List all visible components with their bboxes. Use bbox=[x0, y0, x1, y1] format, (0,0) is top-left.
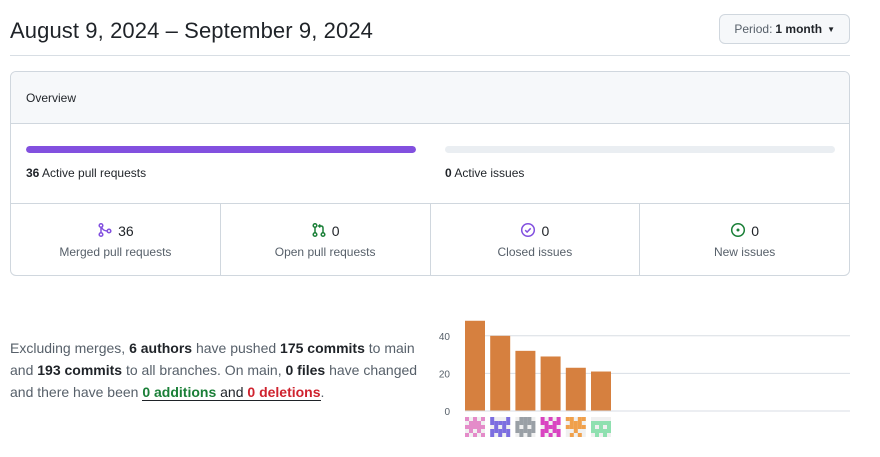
deletions-count: 0 deletions bbox=[247, 384, 321, 400]
author-avatar-icon[interactable] bbox=[540, 417, 561, 437]
author-avatar-icon[interactable] bbox=[591, 417, 611, 437]
git-pull-request-icon bbox=[311, 222, 327, 241]
issue-opened-icon bbox=[730, 222, 746, 241]
new-issues-label: New issues bbox=[713, 244, 776, 259]
author-avatar-icon[interactable] bbox=[465, 417, 485, 437]
issue-closed-icon bbox=[520, 222, 536, 241]
summary-text: and bbox=[216, 384, 248, 400]
new-issues-value: 0 bbox=[751, 223, 760, 239]
pull-requests-fill bbox=[26, 146, 416, 153]
page-header: August 9, 2024 – September 9, 2024 Perio… bbox=[10, 0, 850, 56]
overview-title: Overview bbox=[11, 72, 849, 124]
author-avatar-icon[interactable] bbox=[490, 417, 511, 437]
period-dropdown-button[interactable]: Period: 1 month ▼ bbox=[719, 14, 850, 44]
closed-issues-value: 0 bbox=[541, 223, 550, 239]
issues-track bbox=[445, 146, 835, 153]
author-commit-bar[interactable] bbox=[490, 335, 511, 411]
y-tick-label: 0 bbox=[444, 407, 450, 418]
changes-link[interactable]: 0 additions and 0 deletions bbox=[142, 384, 321, 401]
active-issues-count: 0 bbox=[445, 166, 452, 180]
date-range-title: August 9, 2024 – September 9, 2024 bbox=[10, 18, 373, 43]
commits-by-author-chart: 0 20 40 bbox=[439, 320, 850, 437]
active-pr-count: 36 bbox=[26, 166, 40, 180]
stats-row: 36 Merged pull requests 0 Open pull requ… bbox=[11, 204, 849, 275]
author-avatar-icon[interactable] bbox=[515, 417, 536, 437]
issues-progress[interactable]: 0 Active issues bbox=[445, 146, 835, 180]
commits-all-count: 193 commits bbox=[37, 362, 123, 378]
issues-caption: 0 Active issues bbox=[445, 166, 835, 180]
period-value: 1 month bbox=[775, 22, 823, 36]
stat-open-prs[interactable]: 0 Open pull requests bbox=[221, 204, 431, 275]
summary-text: to all branches. On main, bbox=[122, 362, 286, 378]
author-commit-bar[interactable] bbox=[465, 320, 485, 411]
y-tick-label: 40 bbox=[439, 332, 451, 343]
activity-bars: 36 Active pull requests 0 Active issues bbox=[11, 124, 849, 204]
caret-down-icon: ▼ bbox=[827, 24, 835, 34]
authors-count: 6 authors bbox=[129, 340, 193, 356]
closed-issues-label: Closed issues bbox=[497, 244, 573, 259]
git-merge-icon bbox=[97, 222, 113, 241]
period-label: Period: bbox=[734, 22, 773, 36]
pull-requests-caption: 36 Active pull requests bbox=[26, 166, 416, 180]
files-count: 0 files bbox=[285, 362, 326, 378]
open-prs-label: Open pull requests bbox=[274, 244, 376, 259]
additions-count: 0 additions bbox=[142, 384, 217, 400]
merged-prs-label: Merged pull requests bbox=[59, 244, 172, 259]
open-prs-value: 0 bbox=[331, 223, 340, 239]
author-commit-bar[interactable] bbox=[591, 371, 611, 411]
author-commit-bar[interactable] bbox=[515, 350, 536, 411]
commit-summary: Excluding merges, 6 authors have pushed … bbox=[10, 337, 420, 403]
author-commit-bar[interactable] bbox=[565, 367, 586, 411]
pull-requests-track bbox=[26, 146, 416, 153]
author-avatar-icon[interactable] bbox=[565, 417, 586, 437]
active-pr-label: Active pull requests bbox=[42, 166, 147, 180]
overview-panel: Overview 36 Active pull requests 0 Activ… bbox=[10, 71, 850, 276]
commits-main-count: 175 commits bbox=[280, 340, 365, 356]
stat-merged-prs[interactable]: 36 Merged pull requests bbox=[11, 204, 221, 275]
active-issues-label: Active issues bbox=[454, 166, 525, 180]
pull-requests-progress[interactable]: 36 Active pull requests bbox=[26, 146, 416, 180]
stat-closed-issues[interactable]: 0 Closed issues bbox=[431, 204, 641, 275]
y-tick-label: 20 bbox=[439, 369, 451, 380]
summary-text: . bbox=[320, 384, 325, 400]
summary-text: Excluding merges, bbox=[10, 340, 130, 356]
merged-prs-value: 36 bbox=[118, 223, 134, 239]
stat-new-issues[interactable]: 0 New issues bbox=[640, 204, 849, 275]
summary-text: have pushed bbox=[192, 340, 281, 356]
author-commit-bar[interactable] bbox=[540, 356, 561, 411]
